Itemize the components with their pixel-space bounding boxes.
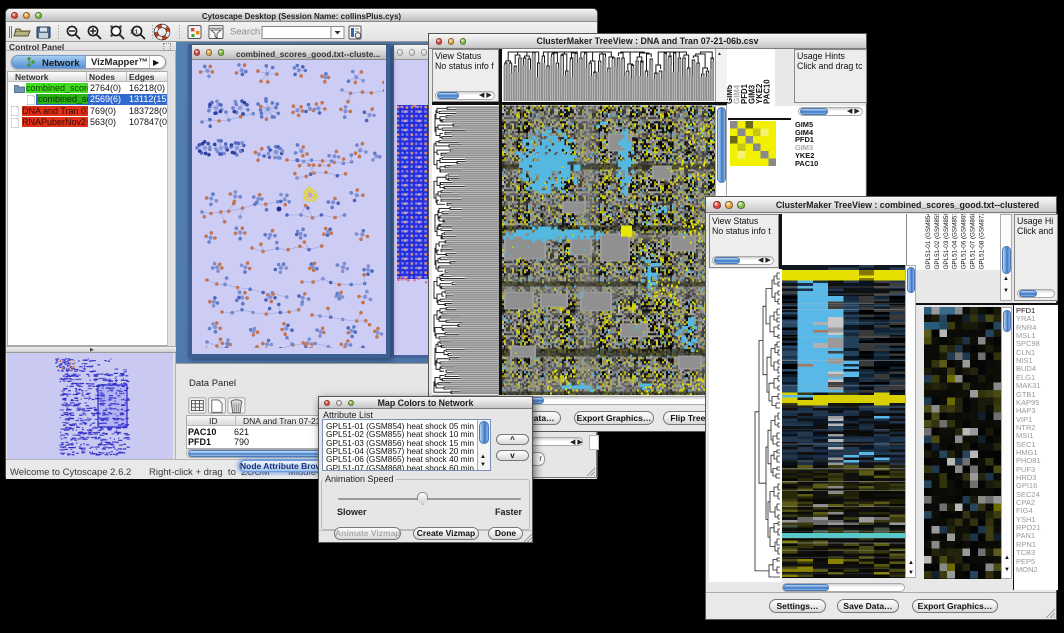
svg-text:GPL51-04 (GSM857): GPL51-04 (GSM857) — [952, 214, 959, 270]
svg-text:GPL51-03 (GSM856): GPL51-03 (GSM856) — [943, 214, 950, 270]
svg-text:GPL51-08 (GSM872): GPL51-08 (GSM872) — [978, 214, 985, 270]
svg-text:GPL51-02 (GSM855): GPL51-02 (GSM855) — [934, 214, 941, 270]
svg-text:PAC10: PAC10 — [763, 79, 772, 104]
svg-text:Search:: Search: — [230, 27, 263, 38]
svg-text:GPL51-07 (GSM868): GPL51-07 (GSM868) — [970, 214, 977, 270]
svg-text:1:1: 1:1 — [130, 30, 138, 36]
svg-text:GPL51-01 (GSM854): GPL51-01 (GSM854) — [925, 214, 932, 270]
svg-text:GPL51-06 (GSM865): GPL51-06 (GSM865) — [961, 214, 968, 270]
